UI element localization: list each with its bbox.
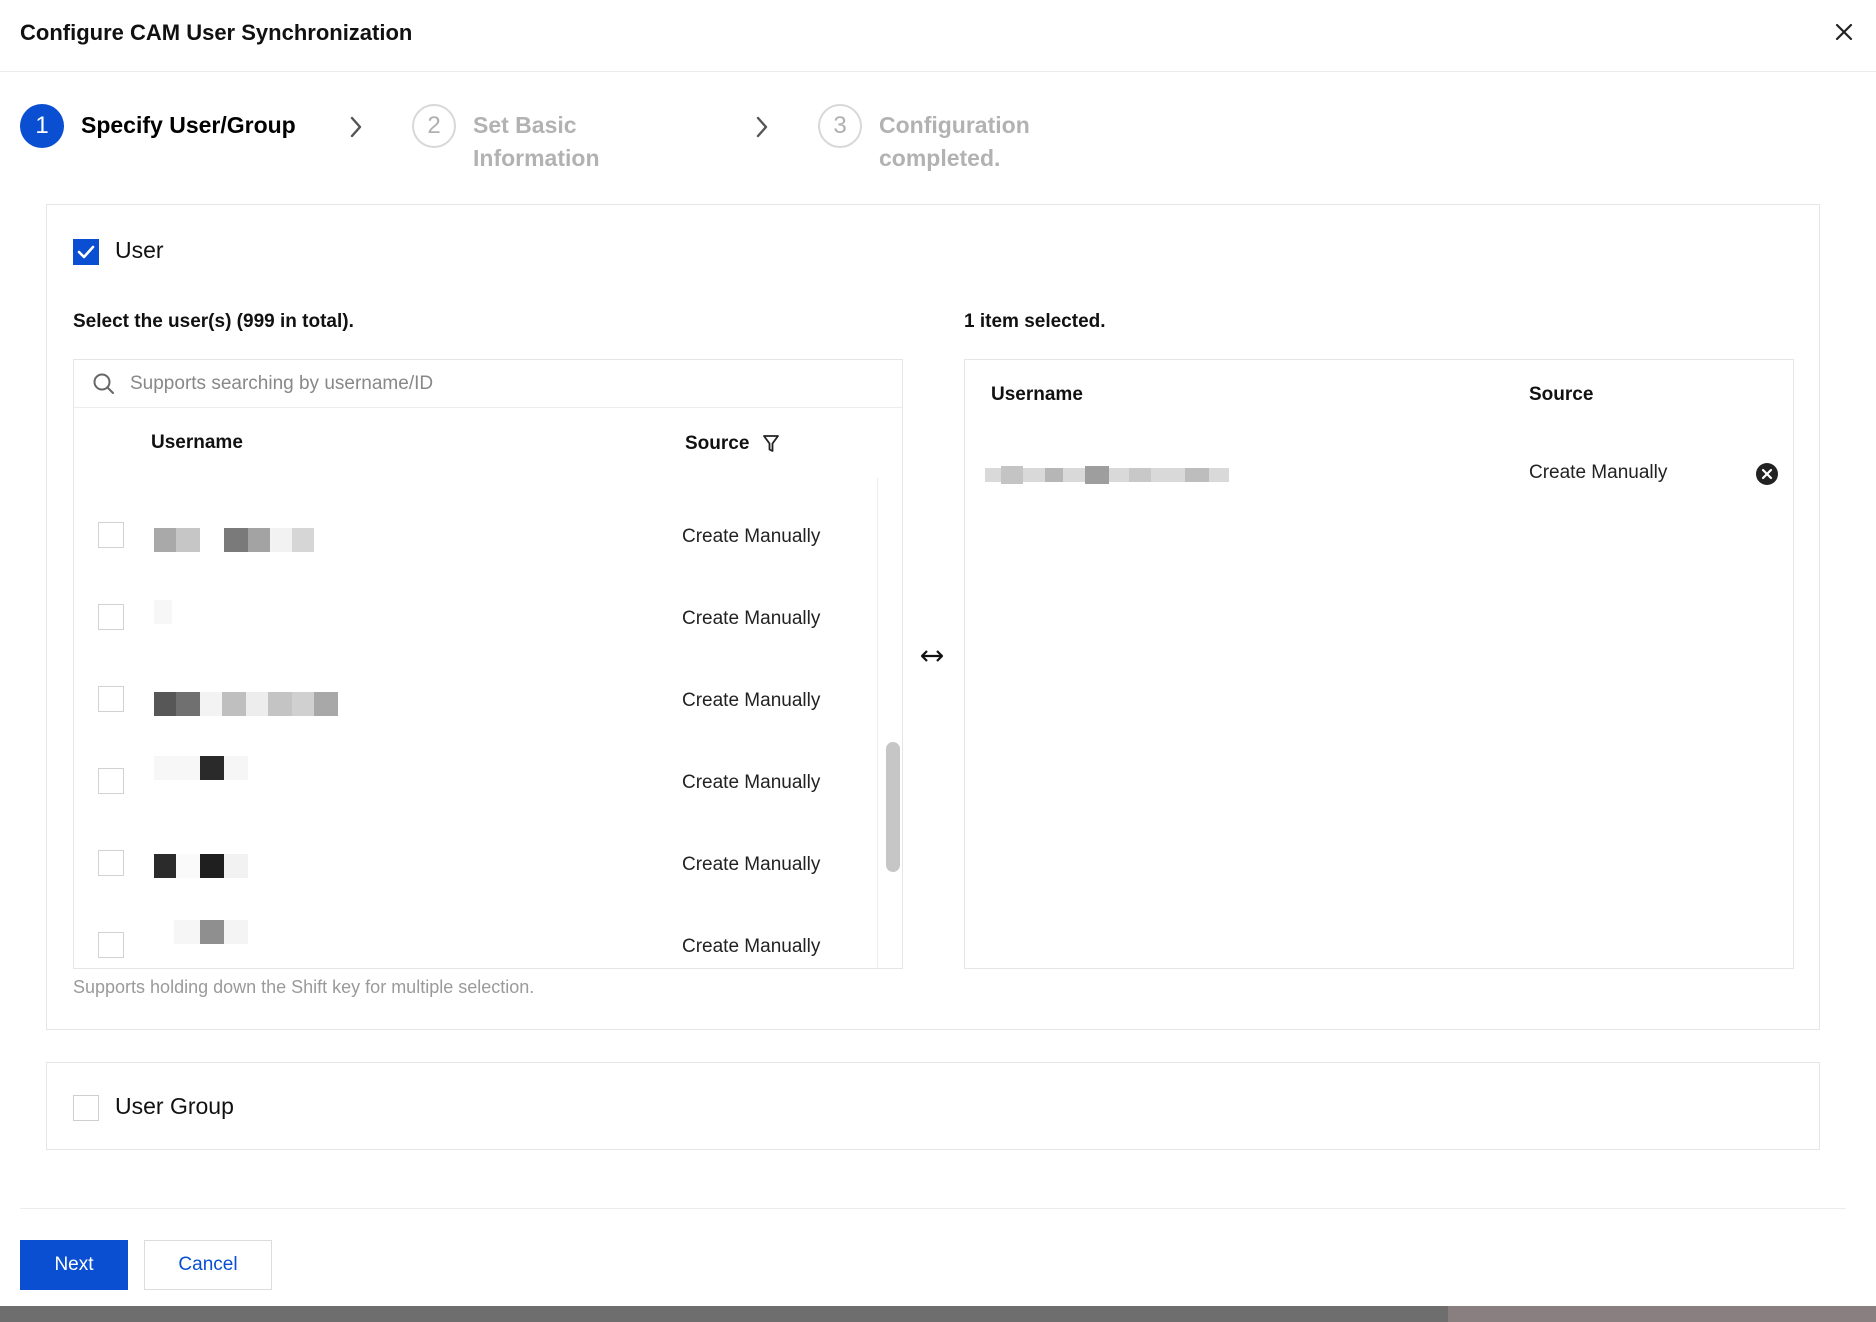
list-scrollbar[interactable]: [877, 478, 903, 968]
row-checkbox[interactable]: [98, 686, 124, 712]
column-header-username: Username: [151, 432, 243, 453]
selected-row-source: Create Manually: [1529, 462, 1668, 483]
dialog-header: Configure CAM User Synchronization: [0, 0, 1876, 72]
step-2-label-line2: Information: [473, 145, 600, 171]
step-3-label-line1: Configuration: [879, 112, 1030, 138]
chevron-right-icon: [756, 116, 768, 138]
swap-icon: [920, 650, 944, 662]
table-row[interactable]: Create Manually: [74, 914, 874, 968]
dialog: Configure CAM User Synchronization 1 Spe…: [0, 0, 1876, 1306]
step-1-number: 1: [20, 104, 64, 148]
step-3: 3 Configuration completed.: [818, 104, 1030, 175]
selected-row: Create Manually: [965, 440, 1793, 520]
redacted-username: [174, 920, 248, 944]
row-source: Create Manually: [682, 608, 821, 629]
table-row[interactable]: Create Manually: [74, 586, 874, 666]
selected-column-username: Username: [991, 384, 1083, 405]
table-row[interactable]: Create Manually: [74, 504, 874, 584]
search-icon: [93, 373, 114, 394]
row-source: Create Manually: [682, 854, 821, 875]
shift-selection-hint: Supports holding down the Shift key for …: [73, 977, 535, 997]
row-source: Create Manually: [682, 936, 821, 957]
chevron-right-icon: [350, 116, 362, 138]
row-source: Create Manually: [682, 526, 821, 547]
user-panel: User Select the user(s) (999 in total). …: [46, 204, 1820, 1030]
cancel-button[interactable]: Cancel: [144, 1240, 272, 1290]
background-overlay: [1448, 1306, 1876, 1322]
user-checkbox[interactable]: [73, 239, 99, 265]
row-source: Create Manually: [682, 690, 821, 711]
redacted-username: [985, 466, 1229, 484]
close-icon[interactable]: [1830, 18, 1858, 46]
step-2: 2 Set Basic Information: [412, 104, 600, 175]
user-group-checkbox-label: User Group: [115, 1093, 234, 1119]
table-row[interactable]: Create Manually: [74, 832, 874, 912]
search-input[interactable]: [130, 366, 870, 402]
row-checkbox[interactable]: [98, 522, 124, 548]
user-group-checkbox[interactable]: [73, 1095, 99, 1121]
selected-column-source: Source: [1529, 384, 1594, 405]
user-group-panel: User Group: [46, 1062, 1820, 1150]
redacted-username: [154, 600, 174, 624]
step-1: 1 Specify User/Group: [20, 104, 296, 148]
check-icon: [77, 245, 95, 259]
selected-users-list: Username Source Create Manually: [964, 359, 1794, 969]
step-3-label-line2: completed.: [879, 145, 1001, 171]
column-header-source: Source: [685, 433, 750, 454]
selected-users-title: 1 item selected.: [964, 311, 1106, 332]
row-checkbox[interactable]: [98, 932, 124, 958]
footer-divider: [20, 1208, 1846, 1209]
step-2-number: 2: [412, 104, 456, 148]
step-2-label: Set Basic Information: [473, 109, 600, 175]
step-2-label-line1: Set Basic: [473, 112, 577, 138]
dialog-title: Configure CAM User Synchronization: [20, 20, 413, 45]
available-users-title: Select the user(s) (999 in total).: [73, 311, 354, 332]
scrollbar-thumb[interactable]: [886, 742, 900, 872]
remove-circle-icon[interactable]: [1755, 462, 1779, 486]
row-checkbox[interactable]: [98, 850, 124, 876]
redacted-username: [154, 854, 248, 878]
step-3-number: 3: [818, 104, 862, 148]
step-1-label: Specify User/Group: [81, 112, 296, 138]
user-checkbox-label: User: [115, 237, 164, 263]
row-checkbox[interactable]: [98, 768, 124, 794]
redacted-username: [154, 692, 338, 716]
available-users-list: Username Source Create Manually: [73, 359, 903, 969]
next-button[interactable]: Next: [20, 1240, 128, 1290]
step-3-label: Configuration completed.: [879, 109, 1030, 175]
filter-icon[interactable]: [762, 434, 780, 454]
row-source: Create Manually: [682, 772, 821, 793]
redacted-username: [154, 756, 248, 780]
table-row[interactable]: Create Manually: [74, 750, 874, 830]
row-checkbox[interactable]: [98, 604, 124, 630]
table-row[interactable]: Create Manually: [74, 668, 874, 748]
stepper: 1 Specify User/Group 2 Set Basic Informa…: [20, 104, 1120, 184]
redacted-username: [154, 528, 314, 552]
search-bar: [74, 360, 902, 408]
